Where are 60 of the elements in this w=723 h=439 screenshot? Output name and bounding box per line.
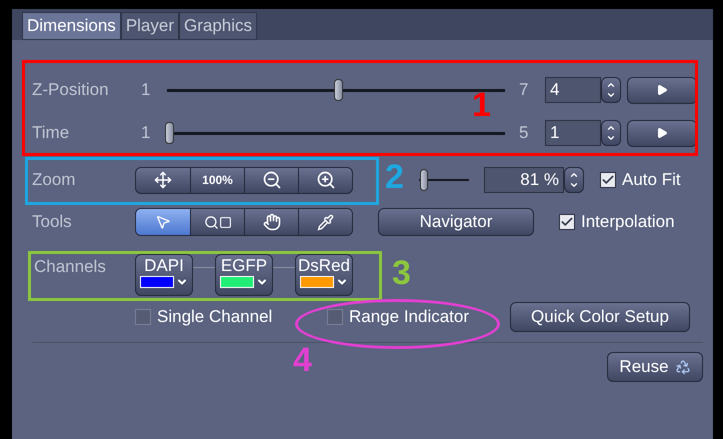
channel-button[interactable]: DsRed [295,254,353,296]
pipette-icon [317,214,334,230]
zoom-in-icon [316,170,336,190]
tab[interactable]: Graphics [179,12,258,40]
channel-name: DsRed [298,256,350,276]
slider[interactable] [167,120,505,146]
slider-min: 1 [141,79,152,102]
spin-button[interactable] [601,77,621,103]
channel-name: EGFP [220,256,268,276]
slider-max: 7 [518,79,530,102]
annotation-number: 3 [392,256,411,290]
quick-color-setup-button[interactable]: Quick Color Setup [510,302,690,332]
checkbox-label: Interpolation [581,211,675,234]
spin-button[interactable] [564,167,584,193]
checkbox-label: Auto Fit [622,169,681,192]
magnifier-square-icon [204,214,232,230]
play-icon [656,84,668,96]
number-field[interactable]: 4 [545,77,601,103]
annotation-number: 1 [472,88,491,122]
recycle-icon [674,359,691,375]
annotation-number: 2 [385,160,404,194]
zoom-slider[interactable] [419,167,469,193]
number-field[interactable]: 1 [545,120,601,146]
pointer-icon [155,214,171,230]
row-label: Tools [32,211,73,234]
slider-thumb[interactable] [165,122,174,144]
checkbox[interactable] [135,309,151,325]
tab[interactable]: Player [120,12,179,40]
checkbox-label: Single Channel [157,306,272,328]
play-button[interactable] [627,76,697,104]
tool-button[interactable] [298,209,352,235]
hand-icon [262,213,280,231]
spin-button[interactable] [601,120,621,146]
play-icon [656,127,668,139]
tool-button[interactable] [244,209,298,235]
play-button[interactable] [627,120,697,146]
row-label: Time [32,122,70,144]
reuse-button[interactable]: Reuse [607,352,703,382]
checkbox[interactable] [327,309,343,325]
annotation-number: 4 [293,343,312,377]
row-label: Zoom [32,169,76,192]
slider-min: 1 [141,122,152,144]
channel-button[interactable]: EGFP [215,254,273,296]
slider-max: 5 [518,122,530,144]
fit-icon [154,171,172,189]
checkbox-label: Range Indicator [349,306,470,328]
tab[interactable]: Dimensions [22,12,121,40]
tool-button[interactable] [190,209,244,235]
zoom-out-icon [262,170,282,190]
slider-thumb[interactable] [420,169,428,191]
row-label: Z-Position [32,79,110,102]
zoom-button[interactable]: 100% [190,168,244,192]
checkbox[interactable] [559,214,575,230]
row-label: Channels [33,256,107,278]
checkbox[interactable] [600,172,616,188]
number-field[interactable]: 81 % [484,167,564,193]
channel-button[interactable]: DAPI [135,254,193,296]
channel-name: DAPI [144,256,184,276]
slider-thumb[interactable] [334,79,343,101]
navigator-button[interactable]: Navigator [378,208,534,236]
